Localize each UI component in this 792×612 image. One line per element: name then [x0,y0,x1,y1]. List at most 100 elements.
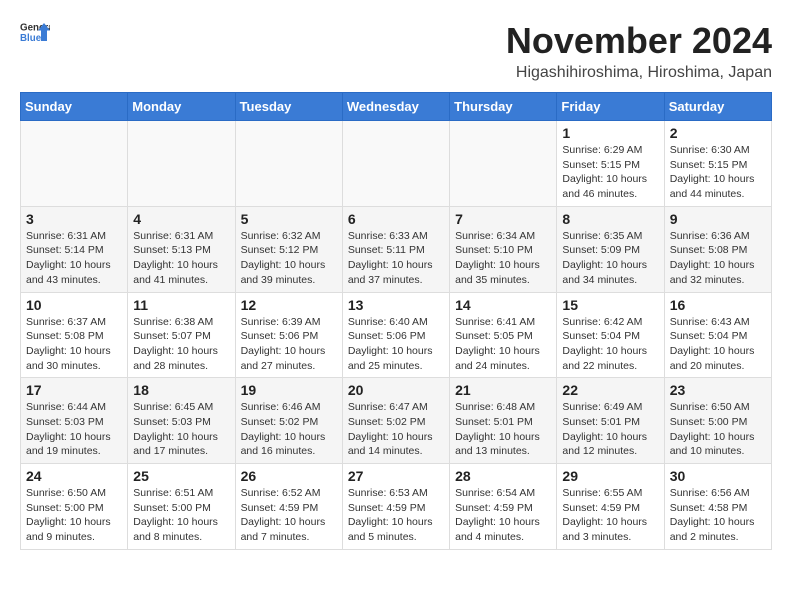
calendar-cell [128,121,235,207]
day-info: Sunrise: 6:36 AM Sunset: 5:08 PM Dayligh… [670,229,766,288]
calendar-cell: 8 Sunrise: 6:35 AM Sunset: 5:09 PM Daylig… [557,206,664,292]
day-number: 3 [26,211,122,227]
svg-text:Blue: Blue [20,33,42,44]
day-number: 29 [562,468,658,484]
weekday-header-sunday: Sunday [21,93,128,121]
calendar-cell: 20Sunrise: 6:47 AM Sunset: 5:02 PM Dayli… [342,378,449,464]
day-info: Sunrise: 6:31 AM Sunset: 5:13 PM Dayligh… [133,229,229,288]
calendar-cell: 6Sunrise: 6:33 AM Sunset: 5:11 PM Daylig… [342,206,449,292]
day-info: Sunrise: 6:45 AM Sunset: 5:03 PM Dayligh… [133,400,229,459]
day-number: 2 [670,125,766,141]
weekday-header-thursday: Thursday [450,93,557,121]
calendar-cell: 18 Sunrise: 6:45 AM Sunset: 5:03 PM Dayli… [128,378,235,464]
day-info: Sunrise: 6:44 AM Sunset: 5:03 PM Dayligh… [26,400,122,459]
title-section: November 2024 Higashihiroshima, Hiroshim… [506,20,772,82]
calendar-cell: 2 Sunrise: 6:30 AM Sunset: 5:15 PM Daylig… [664,121,771,207]
day-info: Sunrise: 6:29 AM Sunset: 5:15 PM Dayligh… [562,143,658,202]
day-number: 25 [133,468,229,484]
calendar-cell: 29 Sunrise: 6:55 AM Sunset: 4:59 PM Dayli… [557,464,664,550]
day-number: 23 [670,382,766,398]
calendar-cell: 24Sunrise: 6:50 AM Sunset: 5:00 PM Dayli… [21,464,128,550]
calendar-cell: 3 Sunrise: 6:31 AM Sunset: 5:14 PM Daylig… [21,206,128,292]
day-number: 6 [348,211,444,227]
day-info: Sunrise: 6:37 AM Sunset: 5:08 PM Dayligh… [26,315,122,374]
day-number: 18 [133,382,229,398]
calendar-cell: 12Sunrise: 6:39 AM Sunset: 5:06 PM Dayli… [235,292,342,378]
calendar-cell: 21 Sunrise: 6:48 AM Sunset: 5:01 PM Dayli… [450,378,557,464]
weekday-header-wednesday: Wednesday [342,93,449,121]
location-title: Higashihiroshima, Hiroshima, Japan [506,64,772,82]
calendar-cell [450,121,557,207]
day-info: Sunrise: 6:38 AM Sunset: 5:07 PM Dayligh… [133,315,229,374]
day-number: 17 [26,382,122,398]
day-number: 21 [455,382,551,398]
day-info: Sunrise: 6:48 AM Sunset: 5:01 PM Dayligh… [455,400,551,459]
day-info: Sunrise: 6:31 AM Sunset: 5:14 PM Dayligh… [26,229,122,288]
day-number: 7 [455,211,551,227]
calendar-cell: 10 Sunrise: 6:37 AM Sunset: 5:08 PM Dayli… [21,292,128,378]
calendar-cell: 28 Sunrise: 6:54 AM Sunset: 4:59 PM Dayli… [450,464,557,550]
weekday-header-saturday: Saturday [664,93,771,121]
day-info: Sunrise: 6:50 AM Sunset: 5:00 PM Dayligh… [670,400,766,459]
calendar-cell: 7 Sunrise: 6:34 AM Sunset: 5:10 PM Daylig… [450,206,557,292]
day-info: Sunrise: 6:52 AM Sunset: 4:59 PM Dayligh… [241,486,337,545]
calendar-cell: 23 Sunrise: 6:50 AM Sunset: 5:00 PM Dayli… [664,378,771,464]
calendar-cell: 1 Sunrise: 6:29 AM Sunset: 5:15 PM Daylig… [557,121,664,207]
day-number: 19 [241,382,337,398]
header: General Blue November 2024 Higashihirosh… [20,20,772,82]
weekday-header-row: SundayMondayTuesdayWednesdayThursdayFrid… [21,93,772,121]
day-number: 9 [670,211,766,227]
day-info: Sunrise: 6:42 AM Sunset: 5:04 PM Dayligh… [562,315,658,374]
day-number: 1 [562,125,658,141]
logo: General Blue [20,20,50,44]
day-info: Sunrise: 6:40 AM Sunset: 5:06 PM Dayligh… [348,315,444,374]
day-number: 26 [241,468,337,484]
day-info: Sunrise: 6:50 AM Sunset: 5:00 PM Dayligh… [26,486,122,545]
weekday-header-tuesday: Tuesday [235,93,342,121]
weekday-header-friday: Friday [557,93,664,121]
day-number: 8 [562,211,658,227]
calendar-cell [21,121,128,207]
day-number: 16 [670,297,766,313]
calendar-cell: 26 Sunrise: 6:52 AM Sunset: 4:59 PM Dayli… [235,464,342,550]
calendar-week-row: 24Sunrise: 6:50 AM Sunset: 5:00 PM Dayli… [21,464,772,550]
day-number: 5 [241,211,337,227]
day-number: 13 [348,297,444,313]
day-number: 10 [26,297,122,313]
day-info: Sunrise: 6:43 AM Sunset: 5:04 PM Dayligh… [670,315,766,374]
day-info: Sunrise: 6:34 AM Sunset: 5:10 PM Dayligh… [455,229,551,288]
day-info: Sunrise: 6:41 AM Sunset: 5:05 PM Dayligh… [455,315,551,374]
day-number: 30 [670,468,766,484]
calendar-week-row: 3 Sunrise: 6:31 AM Sunset: 5:14 PM Daylig… [21,206,772,292]
day-info: Sunrise: 6:32 AM Sunset: 5:12 PM Dayligh… [241,229,337,288]
calendar-cell: 5 Sunrise: 6:32 AM Sunset: 5:12 PM Daylig… [235,206,342,292]
day-number: 4 [133,211,229,227]
calendar-table: SundayMondayTuesdayWednesdayThursdayFrid… [20,92,772,550]
month-title: November 2024 [506,20,772,62]
calendar-cell: 25Sunrise: 6:51 AM Sunset: 5:00 PM Dayli… [128,464,235,550]
day-number: 27 [348,468,444,484]
day-number: 11 [133,297,229,313]
day-info: Sunrise: 6:54 AM Sunset: 4:59 PM Dayligh… [455,486,551,545]
calendar-cell: 4 Sunrise: 6:31 AM Sunset: 5:13 PM Daylig… [128,206,235,292]
weekday-header-monday: Monday [128,93,235,121]
calendar-cell: 19 Sunrise: 6:46 AM Sunset: 5:02 PM Dayli… [235,378,342,464]
day-info: Sunrise: 6:46 AM Sunset: 5:02 PM Dayligh… [241,400,337,459]
day-info: Sunrise: 6:39 AM Sunset: 5:06 PM Dayligh… [241,315,337,374]
calendar-cell: 14Sunrise: 6:41 AM Sunset: 5:05 PM Dayli… [450,292,557,378]
calendar-week-row: 17 Sunrise: 6:44 AM Sunset: 5:03 PM Dayli… [21,378,772,464]
calendar-cell [342,121,449,207]
calendar-cell: 16 Sunrise: 6:43 AM Sunset: 5:04 PM Dayli… [664,292,771,378]
day-info: Sunrise: 6:47 AM Sunset: 5:02 PM Dayligh… [348,400,444,459]
day-info: Sunrise: 6:30 AM Sunset: 5:15 PM Dayligh… [670,143,766,202]
calendar-cell: 30 Sunrise: 6:56 AM Sunset: 4:58 PM Dayli… [664,464,771,550]
day-info: Sunrise: 6:55 AM Sunset: 4:59 PM Dayligh… [562,486,658,545]
day-number: 22 [562,382,658,398]
calendar-cell [235,121,342,207]
day-info: Sunrise: 6:35 AM Sunset: 5:09 PM Dayligh… [562,229,658,288]
day-info: Sunrise: 6:53 AM Sunset: 4:59 PM Dayligh… [348,486,444,545]
day-info: Sunrise: 6:56 AM Sunset: 4:58 PM Dayligh… [670,486,766,545]
calendar-cell: 15Sunrise: 6:42 AM Sunset: 5:04 PM Dayli… [557,292,664,378]
day-number: 28 [455,468,551,484]
logo-icon: General Blue [20,20,50,44]
